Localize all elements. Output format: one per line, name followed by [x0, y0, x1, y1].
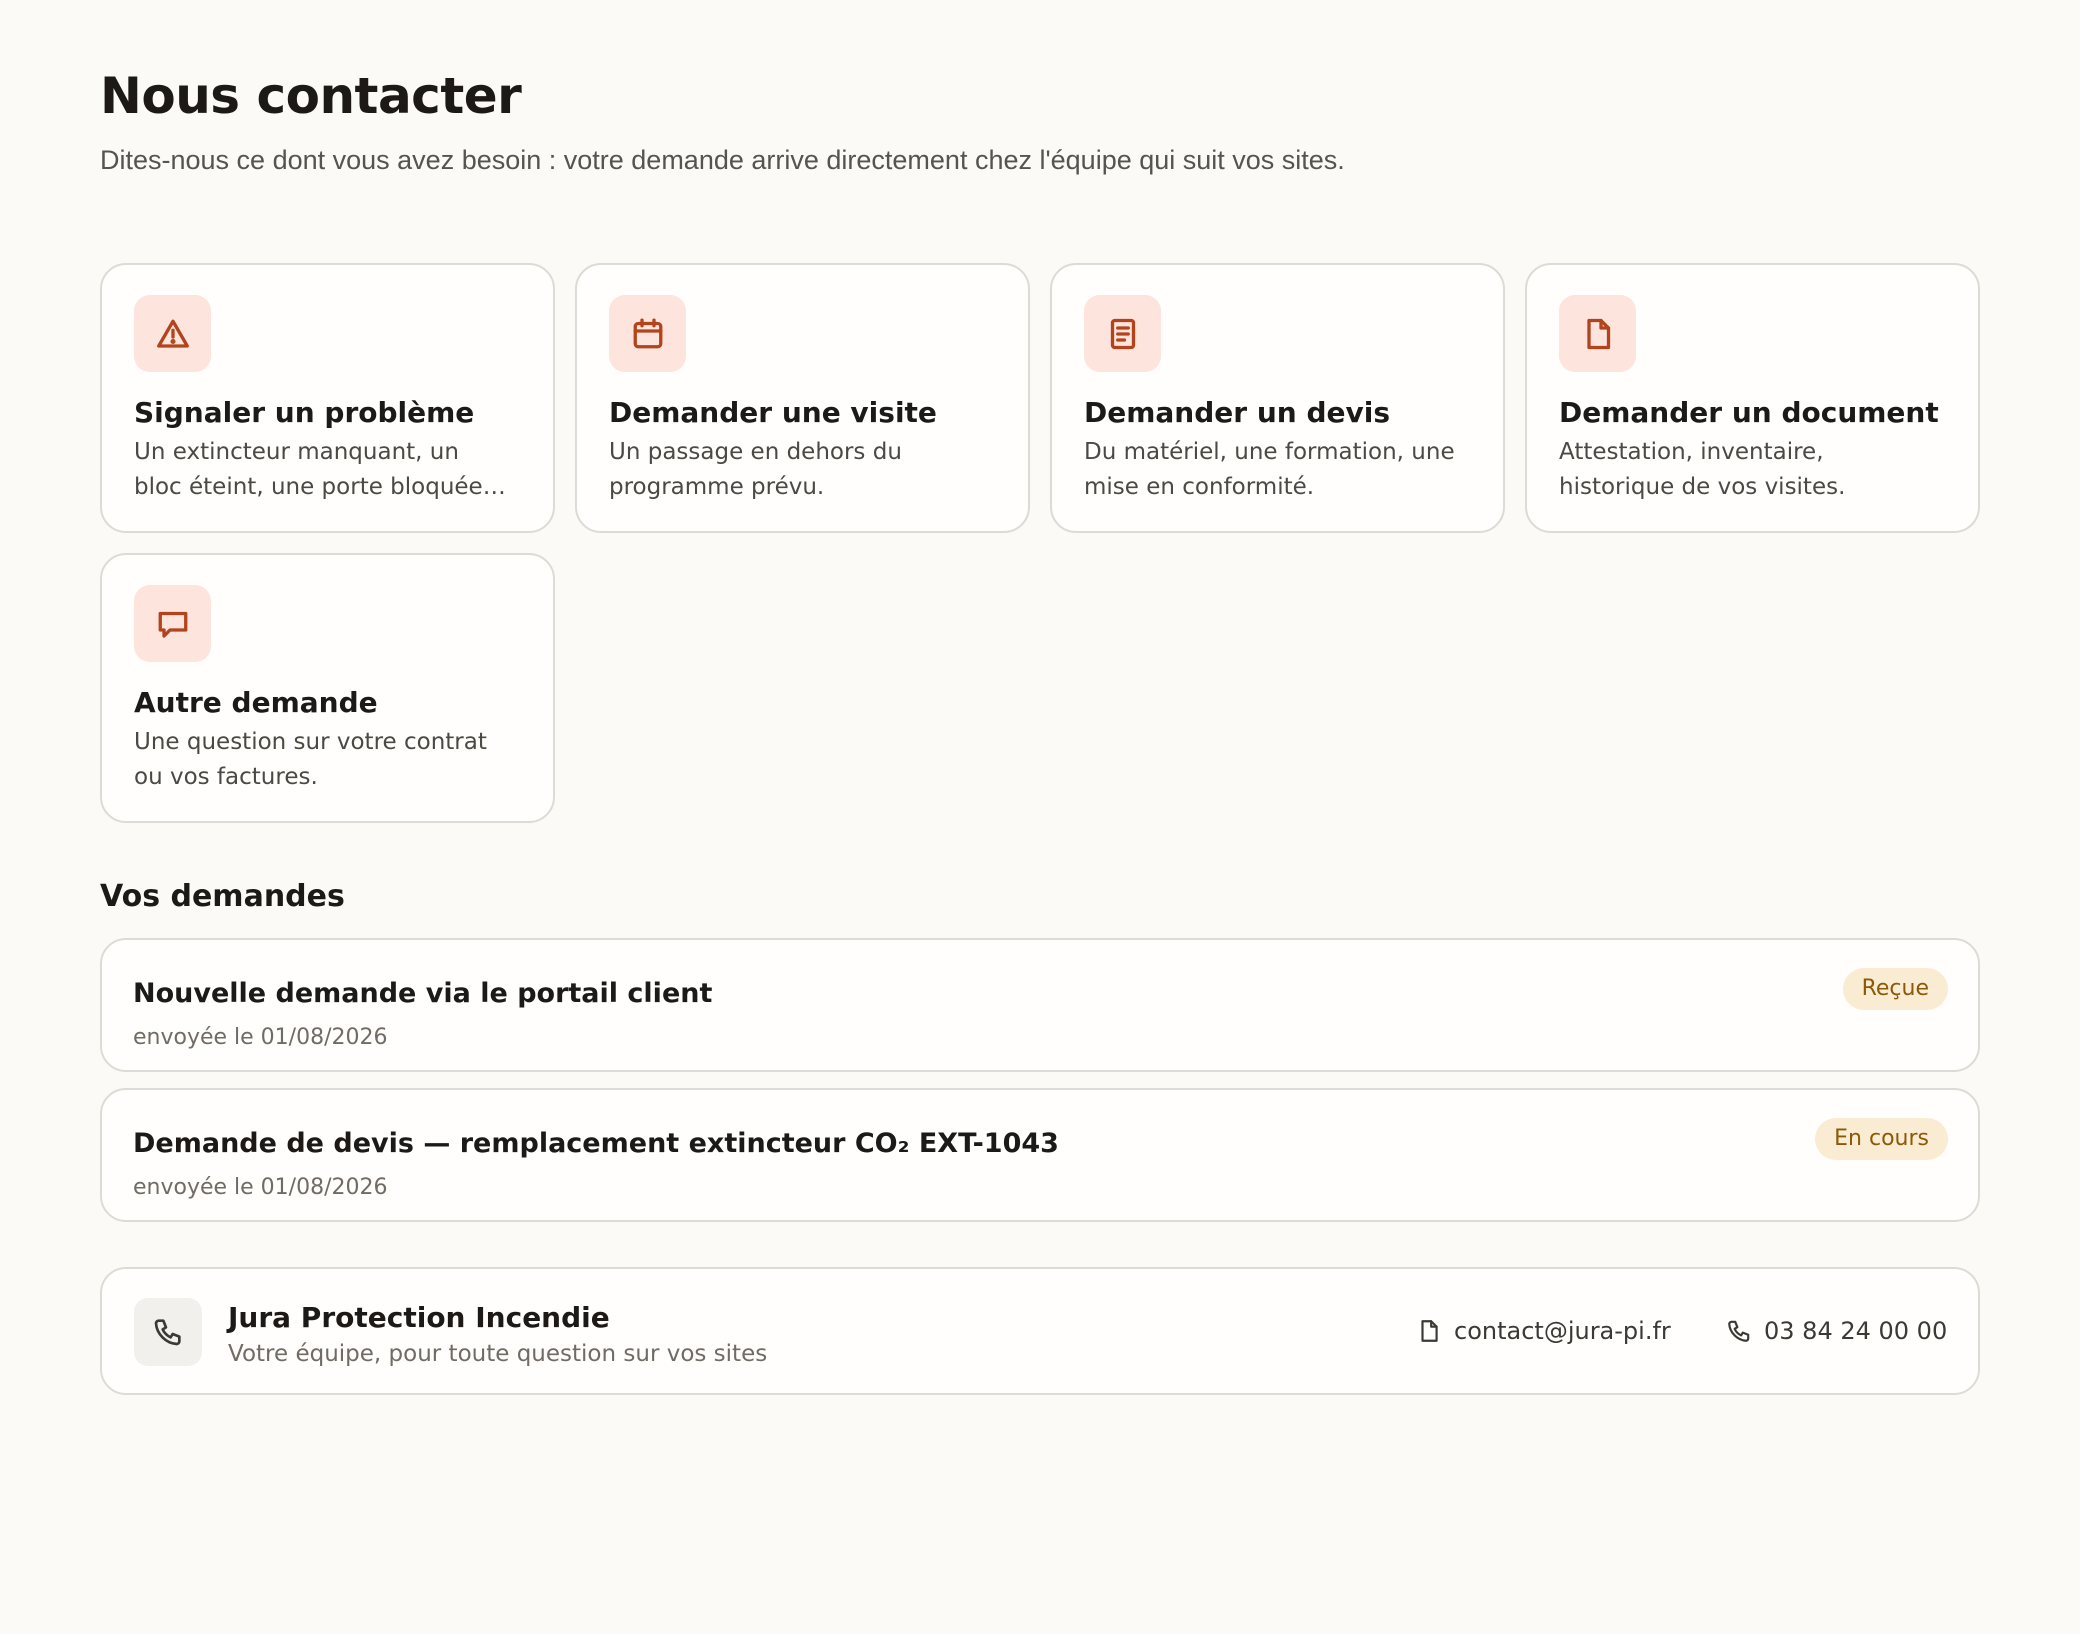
contact-card: Jura Protection Incendie Votre équipe, p… [100, 1267, 1980, 1395]
request-item[interactable]: Demande de devis — remplacement extincte… [100, 1088, 1980, 1222]
card-title: Autre demande [134, 686, 378, 719]
warning-icon [134, 295, 211, 372]
card-description: Du matériel, une formation, une mise en … [1084, 439, 1455, 500]
card-description: Un passage en dehors du programme prévu. [609, 439, 902, 500]
document-icon [1421, 1320, 1438, 1342]
card-title: Signaler un problème [134, 396, 475, 429]
card-description: Un extincteur manquant, un bloc éteint, … [134, 439, 506, 500]
calendar-icon [609, 295, 686, 372]
status-badge: En cours [1815, 1118, 1948, 1160]
request-date: envoyée le 01/08/2026 [133, 1025, 388, 1050]
request-date: envoyée le 01/08/2026 [133, 1175, 388, 1200]
phone-icon [134, 1298, 202, 1366]
chat-icon [134, 585, 211, 662]
phone-link[interactable]: 03 84 24 00 00 [1726, 1311, 1947, 1351]
card-request-quote[interactable]: Demander un devis Du matériel, une forma… [1050, 263, 1505, 533]
card-request-visit[interactable]: Demander une visite Un passage en dehors… [575, 263, 1030, 533]
card-title: Demander un devis [1084, 396, 1390, 429]
company-tagline: Votre équipe, pour toute question sur vo… [228, 1341, 768, 1367]
page-subtitle: Dites-nous ce dont vous avez besoin : vo… [100, 145, 1345, 175]
requests-heading: Vos demandes [100, 879, 345, 914]
email-link[interactable]: contact@jura-pi.fr [1416, 1311, 1671, 1351]
request-item[interactable]: Nouvelle demande via le portail client e… [100, 938, 1980, 1072]
card-title: Demander un document [1559, 396, 1939, 429]
card-other-request[interactable]: Autre demande Une question sur votre con… [100, 553, 555, 823]
page-title: Nous contacter [100, 67, 522, 125]
card-title: Demander une visite [609, 396, 937, 429]
quote-icon [1084, 295, 1161, 372]
phone-icon [1728, 1320, 1750, 1342]
email-text: contact@jura-pi.fr [1454, 1317, 1671, 1345]
company-name: Jura Protection Incendie [228, 1301, 610, 1334]
status-badge: Reçue [1842, 968, 1948, 1010]
document-icon [1559, 295, 1636, 372]
card-report-problem[interactable]: Signaler un problème Un extincteur manqu… [100, 263, 555, 533]
card-description: Une question sur votre contrat ou vos fa… [134, 729, 487, 790]
request-title: Demande de devis — remplacement extincte… [133, 1128, 1059, 1159]
card-request-document[interactable]: Demander un document Attestation, invent… [1525, 263, 1980, 533]
phone-text: 03 84 24 00 00 [1764, 1317, 1948, 1345]
request-title: Nouvelle demande via le portail client [133, 978, 713, 1009]
card-description: Attestation, inventaire, historique de v… [1559, 439, 1846, 500]
